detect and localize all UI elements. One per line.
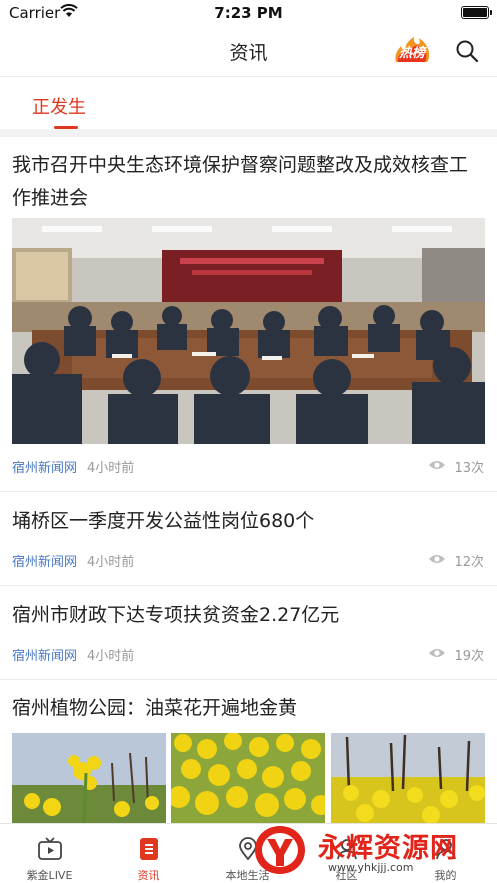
rapeseed-photo-drawing <box>171 733 325 823</box>
tab-zijin-live[interactable]: 紫金LIVE <box>0 824 99 883</box>
section-gap <box>0 129 497 137</box>
news-time: 4小时前 <box>87 461 135 476</box>
tv-icon <box>38 837 62 860</box>
eye-icon <box>429 555 445 563</box>
news-source[interactable]: 宿州新闻网 <box>12 457 77 476</box>
watermark: 永辉资源网 www.yhkjjj.com <box>248 822 478 880</box>
tab-zhengfasheng[interactable]: 正发生 <box>32 93 86 119</box>
news-meta: 宿州新闻网 4小时前 19次 <box>12 643 484 664</box>
news-icon <box>140 838 158 860</box>
eye-icon <box>429 649 445 657</box>
tab-label: 紫金LIVE <box>26 869 73 882</box>
meeting-photo[interactable] <box>12 218 485 444</box>
rapeseed-photo[interactable] <box>171 733 325 823</box>
news-time: 4小时前 <box>87 555 135 570</box>
nav-bar: 资讯 热榜 <box>0 26 497 76</box>
news-title[interactable]: 埇桥区一季度开发公益性岗位680个 <box>12 505 484 538</box>
news-views: 13次 <box>454 461 484 476</box>
watermark-url: www.yhkjjj.com <box>328 861 414 874</box>
hot-list-button[interactable]: 热榜 <box>392 36 432 64</box>
news-views: 12次 <box>454 555 484 570</box>
hot-badge-label: 热榜 <box>398 46 425 61</box>
news-title[interactable]: 宿州植物公园：油菜花开遍地金黄 <box>12 692 484 725</box>
eye-icon <box>429 461 445 469</box>
list-separator <box>0 679 497 680</box>
tab-news[interactable]: 资讯 <box>99 824 198 883</box>
watermark-name: 永辉资源网 <box>318 833 458 864</box>
news-meta: 宿州新闻网 4小时前 13次 <box>12 455 484 476</box>
news-source[interactable]: 宿州新闻网 <box>12 645 77 664</box>
rapeseed-photo-drawing <box>331 733 485 823</box>
watermark-logo <box>255 826 305 874</box>
news-views: 19次 <box>454 649 484 664</box>
news-title[interactable]: 我市召开中央生态环境保护督察问题整改及成效核查工作推进会 <box>12 149 484 215</box>
tab-label: 资讯 <box>137 869 160 882</box>
news-meta: 宿州新闻网 4小时前 12次 <box>12 549 484 570</box>
news-source[interactable]: 宿州新闻网 <box>12 551 77 570</box>
list-separator <box>0 491 497 492</box>
battery-icon <box>461 6 492 19</box>
list-separator <box>0 585 497 586</box>
channel-tab-bar: 正发生 <box>0 77 497 129</box>
status-bar: Carrier 7:23 PM <box>0 0 497 26</box>
rapeseed-photo[interactable] <box>12 733 166 823</box>
status-time: 7:23 PM <box>214 4 283 22</box>
meeting-photo-drawing <box>12 218 485 444</box>
rapeseed-photo[interactable] <box>331 733 485 823</box>
news-time: 4小时前 <box>87 649 135 664</box>
search-icon[interactable] <box>455 39 479 63</box>
rapeseed-photo-drawing <box>12 733 166 823</box>
news-title[interactable]: 宿州市财政下达专项扶贫资金2.27亿元 <box>12 599 484 632</box>
